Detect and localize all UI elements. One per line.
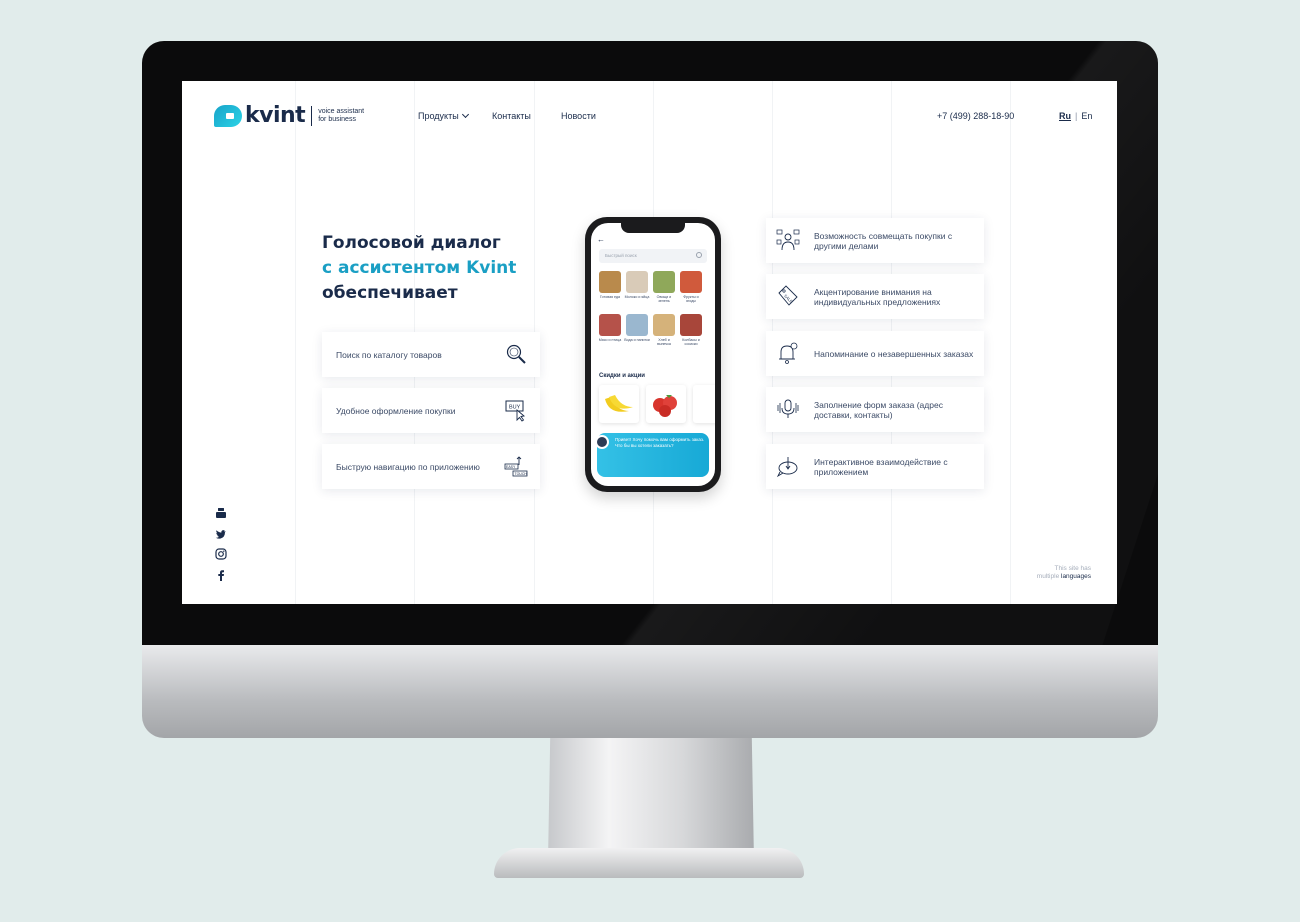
feature-card-checkout: Удобное оформление покупки BUY xyxy=(322,388,540,433)
kvint-logo[interactable]: kvint voice assistant for business xyxy=(214,103,364,128)
logo-tagline-line1: voice assistant xyxy=(318,107,365,115)
nav-contacts[interactable]: Контакты xyxy=(492,111,531,121)
logo-divider xyxy=(311,105,313,126)
feature-card-navigation: Быструю навигацию по приложению EASY TOUC… xyxy=(322,444,540,489)
phone-notch xyxy=(621,223,685,233)
strawberries-image xyxy=(653,395,677,417)
buy-click-icon: BUY xyxy=(505,400,526,422)
category-tile[interactable] xyxy=(626,314,648,336)
feature-text: Акцентирование внимания на индивидуальны… xyxy=(814,286,941,307)
assistant-chat-bubble: Привет! Хочу помочь вам оформить заказ. … xyxy=(595,433,709,477)
hero-line1: Голосовой диалог xyxy=(322,233,501,253)
facebook-icon[interactable] xyxy=(215,569,227,581)
category-tile[interactable] xyxy=(653,314,675,336)
svg-text:BUY: BUY xyxy=(509,405,521,411)
promo-card-strawberries[interactable] xyxy=(646,385,686,423)
category-label: Мясо и птица xyxy=(598,338,622,342)
header-phone[interactable]: +7 (499) 288-18-90 xyxy=(937,111,1014,121)
svg-text:SALE: SALE xyxy=(783,293,794,304)
svg-text:TOUCH: TOUCH xyxy=(515,472,528,476)
sale-tag-icon: SALE xyxy=(778,285,798,306)
hero-line3: обеспечивает xyxy=(322,283,458,303)
category-label: Овощи и зелень xyxy=(656,295,672,304)
footnote-languages: languages xyxy=(1061,573,1091,580)
twitter-icon[interactable] xyxy=(215,528,227,540)
feature-card-interactive: Интерактивное взаимодействие с приложени… xyxy=(766,444,984,489)
feature-text: Поиск по каталогу товаров xyxy=(336,349,442,360)
feature-text: Заполнение форм заказа (адрес доставки, … xyxy=(814,399,943,420)
logo-word: kvint xyxy=(245,103,306,128)
voice-mic-icon xyxy=(777,399,799,418)
lang-separator: | xyxy=(1075,111,1078,121)
category-label: Хлеб и выпечка xyxy=(657,338,671,347)
back-arrow-icon[interactable]: ← xyxy=(597,235,605,244)
promo-card-partial[interactable] xyxy=(693,385,715,423)
language-switcher: Ru | En xyxy=(1059,111,1092,121)
feature-text: Интерактивное взаимодействие с приложени… xyxy=(814,456,948,477)
assistant-message: Привет! Хочу помочь вам оформить заказ. … xyxy=(615,437,705,448)
feature-card-offers: SALE Акцентирование внимания на индивиду… xyxy=(766,274,984,319)
feature-text: Быструю навигацию по приложению xyxy=(336,461,480,472)
footnote-line1: This site has xyxy=(1054,565,1092,572)
lang-ru[interactable]: Ru xyxy=(1059,111,1071,121)
assistant-avatar xyxy=(595,435,609,449)
category-tile[interactable] xyxy=(626,271,648,293)
category-tile[interactable] xyxy=(680,271,702,293)
category-label: Готовая еда xyxy=(599,295,621,299)
feature-card-reminders: Напоминание о незавершенных заказах xyxy=(766,331,984,376)
category-label: Колбасы и сосиски xyxy=(682,338,700,347)
category-tile[interactable] xyxy=(599,271,621,293)
feature-card-forms: Заполнение форм заказа (адрес доставки, … xyxy=(766,387,984,432)
category-tile[interactable] xyxy=(680,314,702,336)
promo-card-bananas[interactable] xyxy=(599,385,639,423)
languages-footnote: This site has multiple languages xyxy=(1037,565,1091,581)
feature-card-multitask: Возможность совмещать покупки с другими … xyxy=(766,218,984,263)
category-label: Молоко и яйца xyxy=(624,295,650,299)
app-search-input[interactable]: Быстрый поиск xyxy=(599,249,707,263)
nav-products[interactable]: Продукты xyxy=(418,110,469,121)
feature-text: Напоминание о незавершенных заказах xyxy=(814,348,974,359)
logo-tagline-line2: for business xyxy=(318,115,356,123)
website-screen: kvint voice assistant for business Проду… xyxy=(182,81,1117,604)
category-label: Вода и напитки xyxy=(624,338,650,342)
search-icon xyxy=(506,344,526,364)
youtube-icon[interactable] xyxy=(215,507,227,519)
feature-text: Возможность совмещать покупки с другими … xyxy=(814,230,953,251)
kvint-logo-mark-icon xyxy=(214,104,242,127)
chat-touch-icon xyxy=(776,457,798,478)
instagram-icon[interactable] xyxy=(215,548,227,560)
category-label: Фрукты и ягоды xyxy=(683,295,699,304)
feature-card-catalog-search: Поиск по каталогу товаров xyxy=(322,332,540,377)
monitor-chin xyxy=(142,645,1158,738)
chevron-down-icon xyxy=(461,110,469,119)
smartphone-mockup: ← Быстрый поиск Готовая еда Молоко и яйц… xyxy=(585,217,721,492)
hero-line2: с ассистентом Kvint xyxy=(322,258,517,278)
nav-news[interactable]: Новости xyxy=(561,111,596,121)
app-section-title: Скидки и акции xyxy=(599,373,645,379)
app-search-placeholder: Быстрый поиск xyxy=(605,253,637,258)
search-icon xyxy=(696,252,702,258)
monitor-stand xyxy=(548,738,754,856)
lang-en[interactable]: En xyxy=(1081,111,1092,121)
category-tile[interactable] xyxy=(599,314,621,336)
logo-tagline: voice assistant for business xyxy=(318,108,364,124)
nav-products-label: Продукты xyxy=(418,111,459,121)
category-tile[interactable] xyxy=(653,271,675,293)
hero-headline: Голосовой диалог с ассистентом Kvint обе… xyxy=(322,231,516,306)
monitor-stand-base xyxy=(494,848,804,878)
app-screen: ← Быстрый поиск Готовая еда Молоко и яйц… xyxy=(591,223,715,486)
feature-text: Удобное оформление покупки xyxy=(336,405,456,416)
easy-touch-icon: EASY TOUCH xyxy=(504,456,528,477)
bell-icon xyxy=(779,342,798,364)
bananas-image xyxy=(605,395,633,412)
multitask-person-icon xyxy=(776,229,800,251)
footnote-prefix: multiple xyxy=(1036,573,1060,580)
svg-text:EASY: EASY xyxy=(506,465,516,469)
